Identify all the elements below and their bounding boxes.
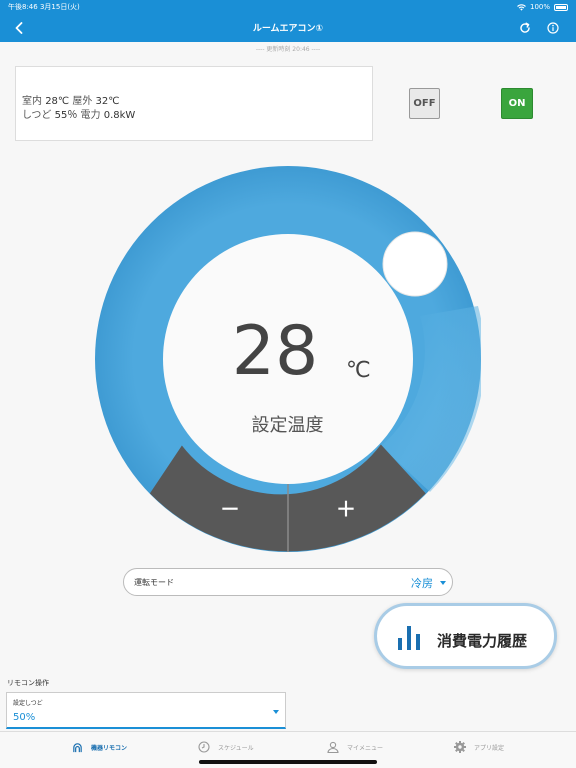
humidity-setting-label: 設定しつど xyxy=(13,700,43,707)
wifi-icon xyxy=(517,3,526,11)
info-button[interactable] xyxy=(544,19,562,37)
tab-my-menu[interactable]: マイメニュー xyxy=(327,739,383,755)
power-value: 0.8kW xyxy=(103,110,136,121)
humidity-power-readings: しつど 55％ 電力 0.8kW xyxy=(22,106,135,121)
gear-icon xyxy=(454,741,466,753)
refresh-icon xyxy=(520,22,530,33)
tab-device-remote[interactable]: 機器リモコン xyxy=(72,739,127,755)
status-bar: 午後8:46 3月15日(火) 100% xyxy=(0,0,576,14)
operation-mode-select[interactable]: 運転モード 冷房 xyxy=(123,568,453,596)
dial-knob[interactable] xyxy=(382,231,448,297)
set-temperature-value: 28 xyxy=(231,312,319,391)
nav-bar: ルームエアコン① xyxy=(0,14,576,42)
temperature-up-button[interactable]: ＋ xyxy=(320,490,372,524)
humidity-label: しつど xyxy=(22,110,52,121)
remote-section-header: リモコン操作 xyxy=(7,679,49,687)
power-history-button[interactable]: 消費電力履歴 xyxy=(374,603,557,669)
clock-icon xyxy=(198,741,210,753)
power-label: 電力 xyxy=(80,110,101,121)
chevron-down-icon xyxy=(440,581,446,585)
temperature-down-button[interactable]: － xyxy=(205,490,255,524)
operation-mode-label: 運転モード xyxy=(134,578,174,587)
status-time-date: 午後8:46 3月15日(火) xyxy=(8,2,80,12)
status-date: 3月15日(火) xyxy=(39,3,80,11)
humidity-value: 55％ xyxy=(54,110,78,121)
battery-icon xyxy=(554,3,568,11)
update-time: ---- 更新時刻 20:46 ---- xyxy=(255,46,321,53)
back-button[interactable] xyxy=(10,18,28,38)
tab-schedule[interactable]: スケジュール xyxy=(198,739,254,755)
refresh-button[interactable] xyxy=(516,19,534,37)
humidity-setting-value: 50% xyxy=(13,712,36,723)
page-title: ルームエアコン① xyxy=(252,24,324,34)
tab-schedule-label: スケジュール xyxy=(218,744,254,752)
temperature-unit: ℃ xyxy=(346,358,371,383)
chevron-left-icon xyxy=(15,22,23,34)
humidity-setting-select[interactable]: 設定しつど 50% xyxy=(6,692,286,729)
status-time: 午後8:46 xyxy=(8,3,38,11)
power-on-button[interactable]: ON xyxy=(501,88,533,119)
power-history-label: 消費電力履歴 xyxy=(437,632,528,650)
bar-chart-icon xyxy=(398,626,420,650)
tab-app-settings-label: アプリ設定 xyxy=(474,744,505,752)
info-icon xyxy=(547,22,559,34)
temperature-readings: 室内 28℃ 屋外 32℃ xyxy=(22,92,120,107)
power-off-button[interactable]: OFF xyxy=(409,88,440,119)
tab-my-menu-label: マイメニュー xyxy=(347,744,384,752)
set-temperature-label: 設定温度 xyxy=(251,415,324,436)
router-icon xyxy=(73,742,82,752)
tab-app-settings[interactable]: アプリ設定 xyxy=(454,739,504,755)
status-indicators: 100% xyxy=(517,3,568,11)
tab-device-remote-label: 機器リモコン xyxy=(91,744,128,752)
person-icon xyxy=(327,741,339,753)
sensor-info-box: 室内 28℃ 屋外 32℃ しつど 55％ 電力 0.8kW xyxy=(15,66,373,141)
operation-mode-value: 冷房 xyxy=(411,577,433,590)
battery-percent: 100% xyxy=(529,3,550,11)
home-indicator[interactable] xyxy=(199,760,377,764)
chevron-down-icon xyxy=(273,710,279,714)
